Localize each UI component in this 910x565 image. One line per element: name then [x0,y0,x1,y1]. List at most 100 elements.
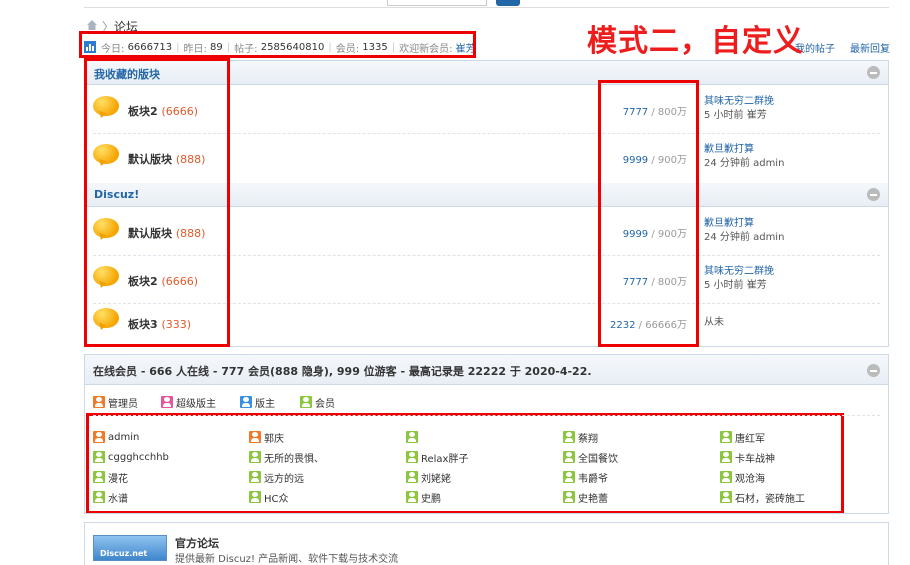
annotation-label: 模式二，自定义 [587,24,804,59]
online-member[interactable] [406,430,421,444]
member-user-icon [249,491,261,503]
logo-text: Discuz.net [100,549,148,558]
member-name[interactable]: 刘姥姥 [421,470,451,485]
member-user-icon [249,451,261,463]
member-name[interactable]: HC众 [264,490,289,505]
member-user-icon [406,431,418,443]
online-divider [93,415,880,416]
latest-replies-link[interactable]: 最新回复 [850,40,890,55]
member-name[interactable]: 唐红军 [735,430,765,445]
online-member[interactable]: 水谱 [93,490,128,505]
member-user-icon [563,431,575,443]
member-name[interactable]: 石材，瓷砖施工 [735,490,805,505]
legend-member: 会员 [300,395,335,410]
member-user-icon [300,396,312,408]
search-input[interactable] [387,0,487,6]
last-post-time: 24 分钟前 [704,158,750,169]
member-name[interactable]: 远方的远 [264,470,304,485]
member-user-icon [563,491,575,503]
last-post-user[interactable]: admin [753,158,784,169]
last-post-user[interactable]: admin [753,232,784,243]
online-member[interactable]: 石材，瓷砖施工 [720,490,805,505]
member-user-icon [563,451,575,463]
online-member[interactable]: 漫花 [93,470,128,485]
last-post-title[interactable]: 其味无穷二群挽 [704,265,774,279]
forum-last-post: 从未 [704,316,724,330]
member-name[interactable]: 漫花 [108,470,128,485]
legend-admin: 管理员 [93,395,138,410]
last-post-title[interactable]: 歉旦歉打算 [704,143,784,157]
home-icon[interactable] [86,19,98,31]
member-user-icon [720,431,732,443]
member-user-icon [406,491,418,503]
member-user-icon [249,471,261,483]
online-member[interactable]: 韦爵爷 [563,470,608,485]
last-post-user[interactable]: 崔芳 [747,110,767,121]
member-name[interactable]: 全国餐饮 [578,450,618,465]
discuz-logo[interactable]: Discuz.net [93,535,167,561]
online-member[interactable]: 唐红军 [720,430,765,445]
legend-label: 会员 [315,398,335,410]
collapse-icon[interactable] [867,188,880,201]
legend-mod: 版主 [240,395,275,410]
member-name[interactable]: 观沧海 [735,470,765,485]
annotation-box-forum-stats [598,80,699,347]
search-button[interactable] [496,0,520,6]
member-name[interactable]: Relax胖子 [421,450,468,465]
member-name[interactable]: cggghcchhb [108,452,169,463]
online-member[interactable]: 刘姥姥 [406,470,451,485]
collapse-icon[interactable] [867,364,880,377]
online-member[interactable]: 远方的远 [249,470,304,485]
admin-user-icon [93,396,105,408]
official-forum-title[interactable]: 官方论坛 [175,535,219,551]
forum-last-post: 歉旦歉打算 24 分钟前 admin [704,143,784,171]
online-member[interactable]: 卡车战神 [720,450,775,465]
member-name[interactable]: 卡车战神 [735,450,775,465]
member-name[interactable]: admin [108,432,139,443]
member-user-icon [720,491,732,503]
member-name[interactable]: 无所的畏惧、 [264,450,324,465]
member-user-icon [406,471,418,483]
admin-user-icon [93,431,105,443]
online-member[interactable]: 郭庆 [249,430,284,445]
member-name[interactable]: 蔡翔 [578,430,598,445]
online-member[interactable]: cggghcchhb [93,450,169,464]
member-name[interactable]: 水谱 [108,490,128,505]
super-mod-user-icon [161,396,173,408]
online-member[interactable]: Relax胖子 [406,450,468,465]
member-user-icon [720,471,732,483]
member-user-icon [406,451,418,463]
last-post-time: 24 分钟前 [704,232,750,243]
last-post-user[interactable]: 崔芳 [747,280,767,291]
last-post-title[interactable]: 其味无穷二群挽 [704,95,774,109]
collapse-icon[interactable] [867,66,880,79]
member-name[interactable]: 史艳蕾 [578,490,608,505]
online-member[interactable]: admin [93,430,139,444]
last-post-time: 5 小时前 [704,110,744,121]
annotation-box-forum-names [84,58,230,347]
legend-super-mod: 超级版主 [161,395,216,410]
online-member[interactable]: 全国餐饮 [563,450,618,465]
online-member[interactable]: 史鹏 [406,490,441,505]
member-name[interactable]: 韦爵爷 [578,470,608,485]
official-forum-desc: 提供最新 Discuz! 产品新闻、软件下载与技术交流 [175,554,399,565]
legend-label: 管理员 [108,398,138,410]
last-post-time: 5 小时前 [704,280,744,291]
member-name[interactable]: 郭庆 [264,430,284,445]
online-members-panel: 在线会员 - 666 人在线 - 777 会员(888 隐身), 999 位游客… [84,354,889,514]
forum-last-post: 其味无穷二群挽 5 小时前 崔芳 [704,95,774,123]
online-title: 在线会员 - 666 人在线 - 777 会员(888 隐身), 999 位游客… [93,365,592,378]
forum-last-post: 歉旦歉打算 24 分钟前 admin [704,217,784,245]
member-user-icon [93,491,105,503]
online-member[interactable]: 无所的畏惧、 [249,450,324,465]
mod-user-icon [240,396,252,408]
online-member[interactable]: HC众 [249,490,289,505]
online-header[interactable]: 在线会员 - 666 人在线 - 777 会员(888 隐身), 999 位游客… [85,355,888,385]
legend-label: 版主 [255,398,275,410]
online-member[interactable]: 史艳蕾 [563,490,608,505]
online-member[interactable]: 观沧海 [720,470,765,485]
last-post-title[interactable]: 歉旦歉打算 [704,217,784,231]
member-name[interactable]: 史鹏 [421,490,441,505]
online-member[interactable]: 蔡翔 [563,430,598,445]
annotation-box-stats [79,31,476,58]
